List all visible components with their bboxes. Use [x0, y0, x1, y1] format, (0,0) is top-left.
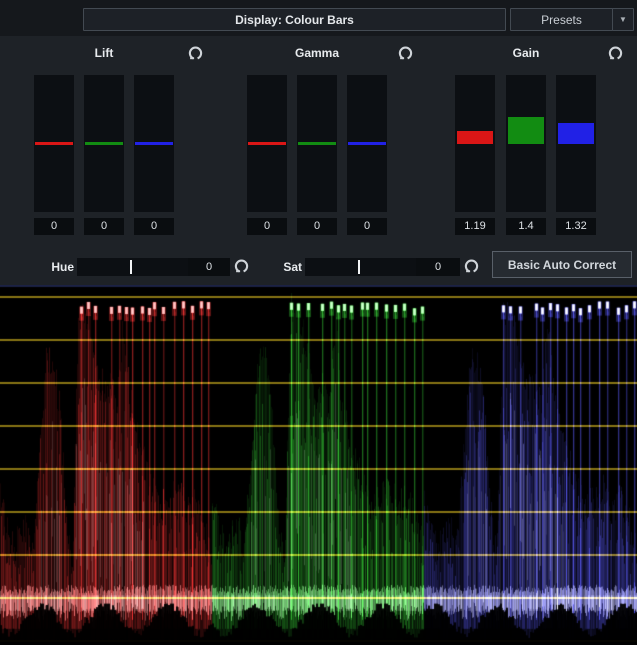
gamma-green-value[interactable]: 0 — [297, 218, 337, 235]
sat-reset-button[interactable] — [462, 258, 480, 276]
gain-blue-slider[interactable] — [556, 75, 596, 212]
gain-blue-handle[interactable] — [558, 123, 594, 144]
display-mode-button[interactable]: Display: Colour Bars — [83, 8, 506, 31]
rgb-parade-waveform — [0, 285, 637, 645]
gamma-blue-value[interactable]: 0 — [347, 218, 387, 235]
gain-section-title: Gain — [466, 46, 586, 61]
lift-blue-value[interactable]: 0 — [134, 218, 174, 235]
lift-reset-button[interactable] — [186, 45, 204, 63]
gain-red-value[interactable]: 1.19 — [455, 218, 495, 235]
reset-icon — [397, 45, 414, 62]
sat-slider[interactable] — [305, 258, 416, 276]
lift-section-title: Lift — [44, 46, 164, 61]
gamma-red-handle[interactable] — [248, 142, 286, 145]
hue-label: Hue — [38, 260, 74, 274]
gain-blue-value[interactable]: 1.32 — [556, 218, 596, 235]
reset-icon — [233, 258, 250, 275]
lift-red-handle[interactable] — [35, 142, 73, 145]
lift-blue-slider[interactable] — [134, 75, 174, 212]
hue-reset-button[interactable] — [232, 258, 250, 276]
gain-red-handle[interactable] — [457, 131, 493, 144]
lift-green-value[interactable]: 0 — [84, 218, 124, 235]
lift-blue-handle[interactable] — [135, 142, 173, 145]
waveform-scope — [0, 285, 637, 645]
gain-reset-button[interactable] — [606, 45, 624, 63]
gamma-red-slider[interactable] — [247, 75, 287, 212]
gain-green-slider[interactable] — [506, 75, 546, 212]
lift-green-slider[interactable] — [84, 75, 124, 212]
gamma-green-slider[interactable] — [297, 75, 337, 212]
gamma-green-handle[interactable] — [298, 142, 336, 145]
sat-slider-handle[interactable] — [358, 260, 360, 274]
gamma-red-value[interactable]: 0 — [247, 218, 287, 235]
colour-correction-panel: Display: Colour Bars Presets ▼ Lift000Ga… — [0, 0, 637, 645]
reset-icon — [607, 45, 624, 62]
gain-red-slider[interactable] — [455, 75, 495, 212]
gain-green-handle[interactable] — [508, 117, 544, 144]
lift-green-handle[interactable] — [85, 142, 123, 145]
hue-slider[interactable] — [77, 258, 188, 276]
hue-slider-handle[interactable] — [130, 260, 132, 274]
reset-icon — [187, 45, 204, 62]
chevron-down-icon: ▼ — [619, 15, 627, 24]
hue-value[interactable]: 0 — [188, 258, 230, 276]
lift-red-slider[interactable] — [34, 75, 74, 212]
presets-button[interactable]: Presets — [510, 8, 613, 31]
gamma-blue-handle[interactable] — [348, 142, 386, 145]
top-bar: Display: Colour Bars Presets ▼ — [0, 0, 637, 36]
sat-label: Sat — [268, 260, 302, 274]
sat-value[interactable]: 0 — [416, 258, 460, 276]
gamma-reset-button[interactable] — [396, 45, 414, 63]
gamma-section-title: Gamma — [257, 46, 377, 61]
presets-dropdown-button[interactable]: ▼ — [612, 8, 634, 31]
gamma-blue-slider[interactable] — [347, 75, 387, 212]
gain-green-value[interactable]: 1.4 — [506, 218, 546, 235]
basic-auto-correct-button[interactable]: Basic Auto Correct — [492, 251, 632, 278]
lift-red-value[interactable]: 0 — [34, 218, 74, 235]
reset-icon — [463, 258, 480, 275]
